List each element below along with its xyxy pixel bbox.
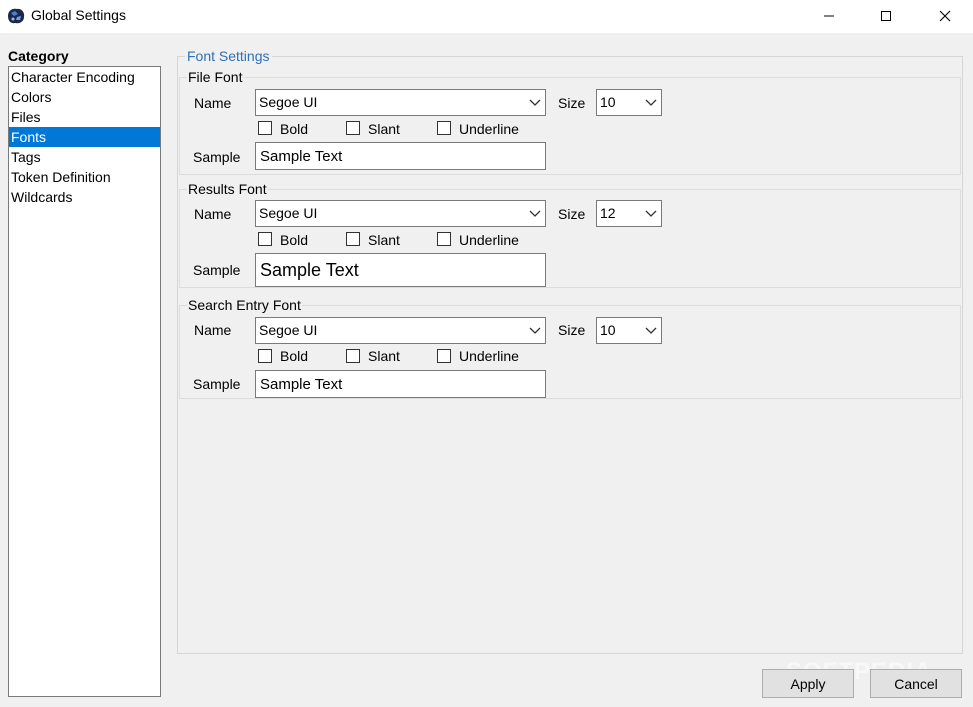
category-item-files[interactable]: Files [9,107,160,127]
results-font-underline-checkbox[interactable] [437,232,451,246]
file-font-name-dropdown[interactable]: Segoe UI [255,89,546,116]
file-font-name-label: Name [194,95,232,111]
file-font-underline-label: Underline [459,121,519,137]
results-font-sample-label: Sample [193,262,241,278]
search-entry-font-slant-checkbox[interactable] [346,349,360,363]
search-entry-font-sample-text: Sample Text [260,376,343,393]
cancel-button[interactable]: Cancel [870,669,962,698]
category-item-tags[interactable]: Tags [9,147,160,167]
window-title: Global Settings [31,7,126,23]
search-entry-font-underline-label: Underline [459,348,519,364]
search-entry-font-size-dropdown[interactable]: 10 [596,317,662,344]
chevron-down-icon [645,327,657,334]
chevron-down-icon [529,327,541,334]
results-font-slant-label: Slant [368,232,400,248]
results-font-sample-text: Sample Text [260,260,359,280]
category-item-wildcards[interactable]: Wildcards [9,187,160,207]
search-entry-font-bold-label: Bold [280,348,309,364]
results-font-size-dropdown[interactable]: 12 [596,200,662,227]
search-entry-font-title: Search Entry Font [187,297,302,313]
chevron-down-icon [645,99,657,106]
maximize-button[interactable] [863,0,909,32]
search-entry-font-name-value: Segoe UI [259,322,318,338]
file-font-slant-checkbox[interactable] [346,121,360,135]
file-font-sample-label: Sample [193,149,241,165]
close-icon [939,10,951,22]
file-font-bold-checkbox[interactable] [258,121,272,135]
close-button[interactable] [922,0,968,32]
search-entry-font-sample-label: Sample [193,376,241,392]
category-item-colors[interactable]: Colors [9,87,160,107]
results-font-name-value: Segoe UI [259,205,318,221]
file-font-size-value: 10 [600,94,616,110]
font-settings-title: Font Settings [185,48,272,64]
results-font-bold-label: Bold [280,232,309,248]
results-font-slant-checkbox[interactable] [346,232,360,246]
category-heading: Category [8,48,69,64]
results-font-sample-field[interactable]: Sample Text [255,253,546,287]
results-font-size-label: Size [558,206,586,222]
search-entry-font-size-label: Size [558,322,586,338]
category-item-fonts[interactable]: Fonts [9,127,160,147]
search-entry-font-bold-checkbox[interactable] [258,349,272,363]
category-item-token-definition[interactable]: Token Definition [9,167,160,187]
file-font-name-value: Segoe UI [259,94,318,110]
file-font-size-label: Size [558,95,586,111]
results-font-name-dropdown[interactable]: Segoe UI [255,200,546,227]
file-font-slant-label: Slant [368,121,400,137]
file-font-sample-text: Sample Text [260,148,343,165]
minimize-button[interactable] [806,0,852,32]
search-entry-font-underline-checkbox[interactable] [437,349,451,363]
chevron-down-icon [645,210,657,217]
category-list[interactable]: Character Encoding Colors Files Fonts Ta… [8,66,161,697]
minimize-icon [824,15,834,17]
results-font-size-value: 12 [600,205,616,221]
app-icon [6,7,26,25]
search-entry-font-slant-label: Slant [368,348,400,364]
title-bar: Global Settings [0,0,973,33]
search-entry-font-name-label: Name [194,322,232,338]
apply-button[interactable]: Apply [762,669,854,698]
chevron-down-icon [529,210,541,217]
results-font-bold-checkbox[interactable] [258,232,272,246]
search-entry-font-size-value: 10 [600,322,616,338]
category-item-character-encoding[interactable]: Character Encoding [9,67,160,87]
search-entry-font-name-dropdown[interactable]: Segoe UI [255,317,546,344]
file-font-sample-field[interactable]: Sample Text [255,142,546,170]
file-font-size-dropdown[interactable]: 10 [596,89,662,116]
file-font-underline-checkbox[interactable] [437,121,451,135]
results-font-underline-label: Underline [459,232,519,248]
results-font-name-label: Name [194,206,232,222]
maximize-icon [881,11,891,21]
file-font-bold-label: Bold [280,121,309,137]
file-font-title: File Font [187,69,244,85]
search-entry-font-sample-field[interactable]: Sample Text [255,370,546,398]
chevron-down-icon [529,99,541,106]
results-font-title: Results Font [187,181,268,197]
